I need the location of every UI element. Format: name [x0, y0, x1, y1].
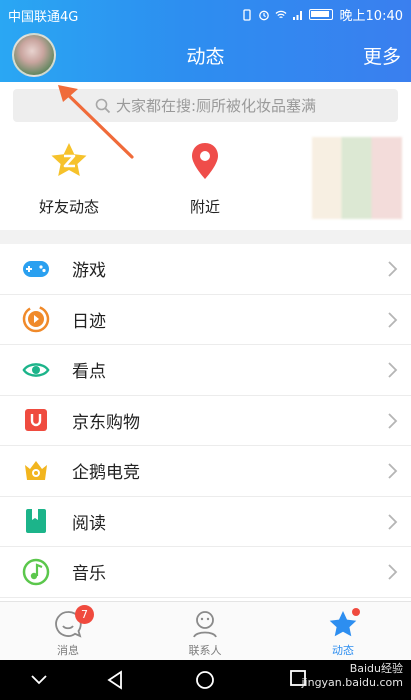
blurred-thumbnail[interactable] [312, 137, 402, 219]
quick-friends-feed-label: 好友动态 [38, 198, 99, 216]
collapse-chevron-icon[interactable] [30, 674, 48, 686]
quick-nearby-label: 附近 [189, 198, 220, 216]
chevron-right-icon [388, 463, 398, 479]
wifi-icon [275, 10, 286, 18]
eye-icon [22, 356, 50, 384]
list-item-reading[interactable]: 阅读 [0, 497, 411, 547]
bottom-tab-bar: 7 消息 联系人 动态 [0, 601, 411, 660]
signal-icon [292, 10, 302, 20]
list-item-games[interactable]: 游戏 [0, 244, 411, 295]
contacts-icon [193, 611, 217, 638]
list-item-label: 游戏 [72, 261, 106, 282]
music-note-icon [22, 558, 50, 586]
list-item-music[interactable]: 音乐 [0, 547, 411, 598]
location-pin-icon [192, 143, 218, 179]
chevron-right-icon [388, 362, 398, 378]
list-item-esports[interactable]: 企鹅电竞 [0, 446, 411, 497]
section-divider [0, 230, 411, 244]
search-placeholder: 大家都在搜:厕所被化妆品塞满 [115, 97, 317, 115]
chevron-right-icon [388, 564, 398, 580]
header: 动态 更多 [0, 28, 411, 82]
feature-list: 游戏 日迹 看点 京东购物 企鹅电竞 阅读 音乐 [0, 244, 411, 598]
list-item-daily-trace[interactable]: 日迹 [0, 295, 411, 345]
gamepad-icon [22, 255, 50, 283]
quick-friends-feed[interactable]: 好友动态 [24, 137, 114, 217]
list-item-label: 看点 [72, 362, 106, 383]
home-circle-icon[interactable] [195, 670, 215, 690]
clock: 晚上10:40 [339, 9, 403, 24]
tab-contacts-label: 联系人 [188, 644, 222, 657]
vibrate-icon [242, 8, 251, 21]
tab-feed[interactable]: 动态 [283, 607, 403, 658]
esports-crown-icon [22, 457, 50, 485]
more-button[interactable]: 更多 [363, 42, 401, 69]
chevron-right-icon [388, 412, 398, 429]
tab-messages-label: 消息 [57, 644, 79, 657]
list-item-jd-shopping[interactable]: 京东购物 [0, 396, 411, 446]
tab-messages[interactable]: 7 消息 [8, 605, 128, 658]
list-item-label: 企鹅电竞 [72, 463, 140, 484]
friends-feed-icon [51, 143, 87, 176]
carrier-label: 中国联通4G [8, 10, 79, 25]
daily-trace-icon [22, 305, 50, 333]
list-item-kandian[interactable]: 看点 [0, 345, 411, 396]
quick-nearby[interactable]: 附近 [160, 137, 250, 217]
jd-shopping-icon [22, 406, 50, 434]
status-bar: 中国联通4G 晚上10:40 [0, 0, 411, 28]
quick-entries: 好友动态 附近 [0, 137, 411, 227]
list-item-label: 京东购物 [72, 412, 140, 433]
tab-feed-label: 动态 [332, 644, 354, 657]
system-nav-bar: Baidu经验 jingyan.baidu.com [0, 660, 411, 700]
list-item-label: 日迹 [72, 311, 106, 332]
page-title: 动态 [186, 46, 225, 68]
list-item-label: 阅读 [72, 513, 106, 534]
unread-badge: 7 [75, 605, 94, 624]
list-item-label: 音乐 [72, 564, 106, 585]
new-dot [352, 608, 360, 616]
chevron-right-icon [388, 513, 398, 530]
watermark: Baidu经验 jingyan.baidu.com [301, 662, 403, 689]
alarm-icon [258, 10, 269, 20]
back-triangle-icon[interactable] [106, 670, 124, 690]
top-bar: 中国联通4G 晚上10:40 动态 更多 [0, 0, 411, 82]
battery-icon [308, 9, 333, 20]
chevron-right-icon [388, 311, 398, 328]
chevron-right-icon [388, 261, 398, 277]
status-icons: 晚上10:40 [241, 5, 403, 24]
book-icon [22, 507, 50, 535]
tab-contacts[interactable]: 联系人 [145, 607, 265, 658]
